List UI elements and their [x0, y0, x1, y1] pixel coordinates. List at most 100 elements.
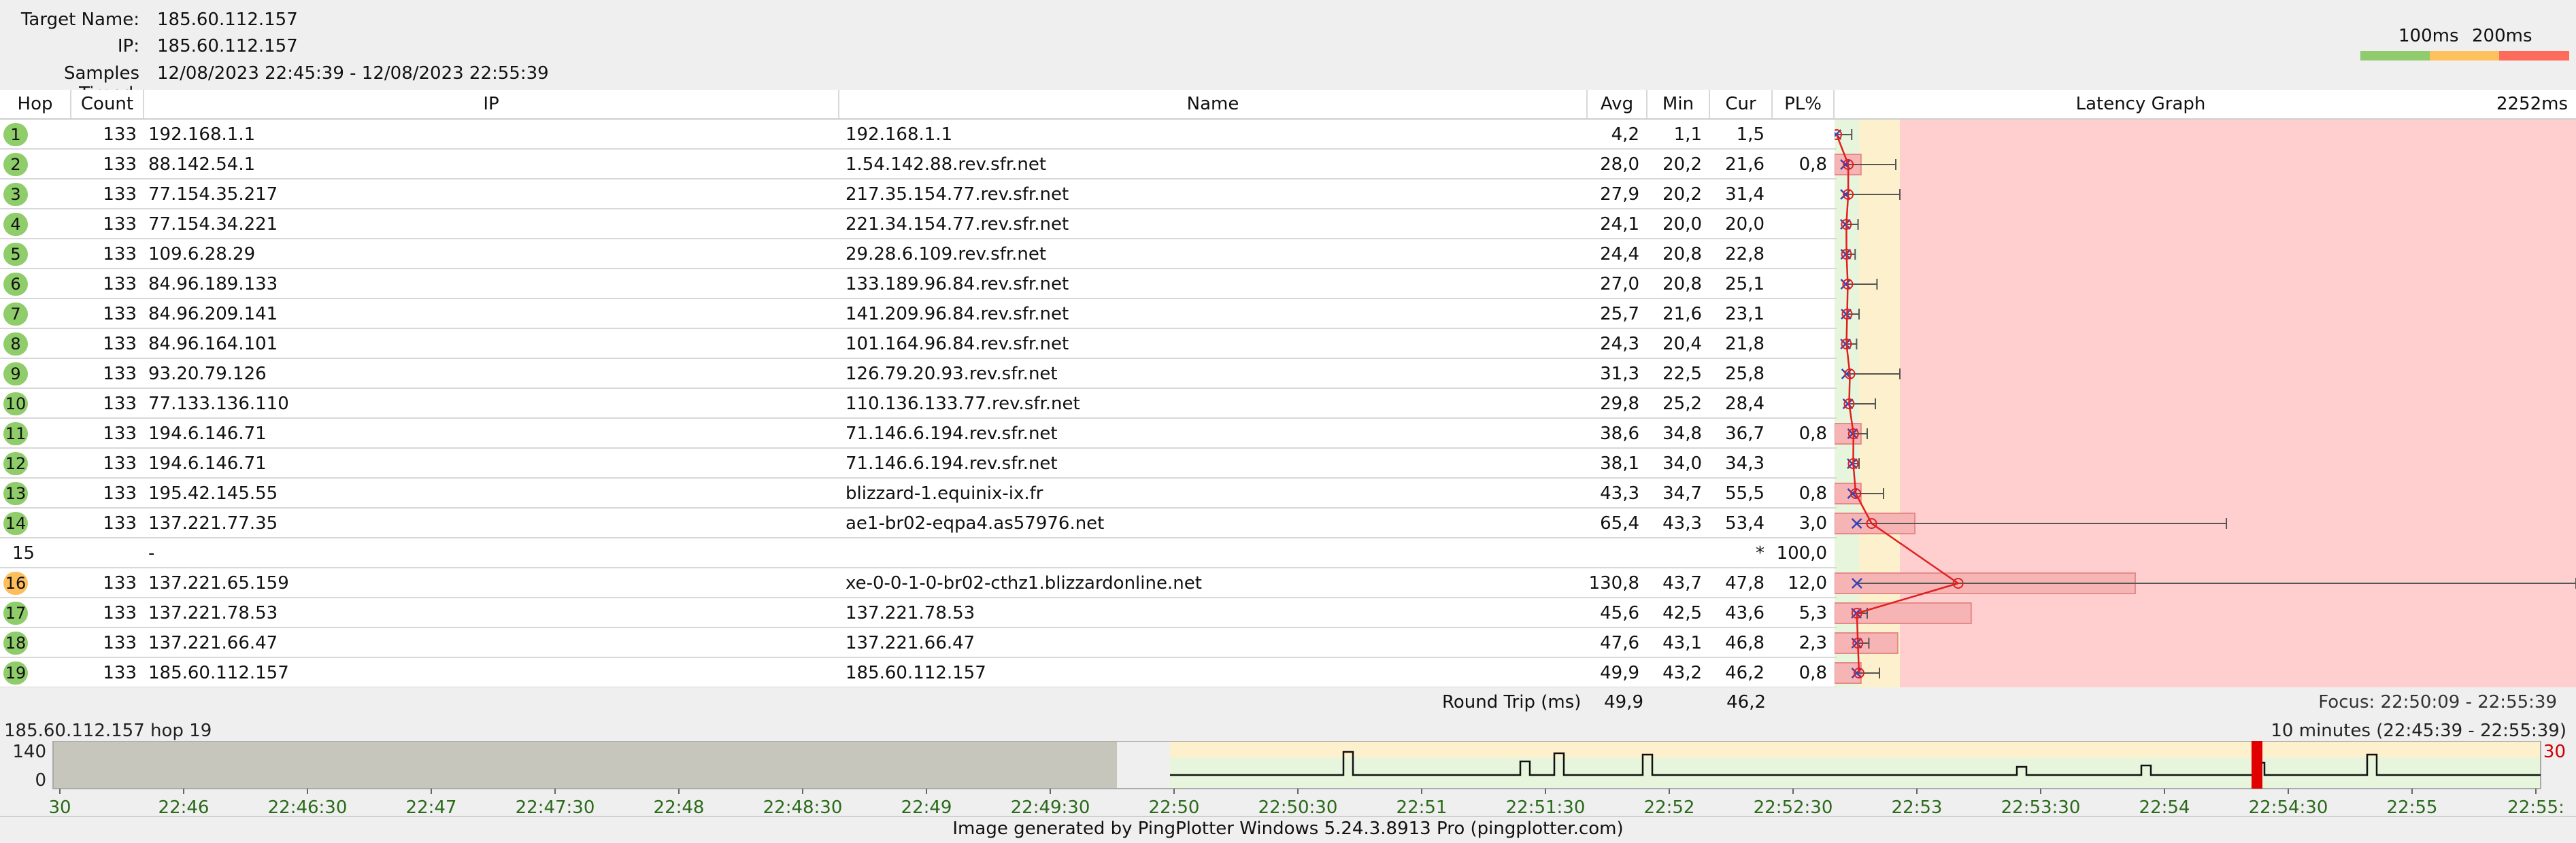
hop-min: 34,7: [1662, 483, 1702, 504]
hop-cur: 20,0: [1725, 214, 1764, 235]
column-header-name[interactable]: Name: [839, 90, 1588, 118]
samples-value: 12/08/2023 22:45:39 - 12/08/2023 22:55:3…: [157, 63, 549, 84]
timeline-y-max: 140: [12, 742, 46, 762]
hop-avg: 24,4: [1600, 244, 1639, 264]
hop-min: 21,6: [1662, 304, 1702, 324]
hop-pl: [1773, 359, 1827, 389]
hop-ip: 194.6.146.71: [148, 453, 267, 474]
hop-ip: 137.221.78.53: [148, 603, 278, 623]
column-header-hop[interactable]: Hop: [0, 90, 71, 118]
hop-count: 133: [103, 424, 137, 444]
hop-ip: 93.20.79.126: [148, 364, 267, 384]
column-header-pl[interactable]: PL%: [1773, 90, 1835, 118]
hop-avg: 27,0: [1600, 274, 1639, 294]
hop-badge: 12: [3, 452, 28, 475]
hop-ip: 109.6.28.29: [148, 244, 256, 264]
timeline-loss-marker: [2252, 741, 2262, 789]
hop-cur: 53,4: [1725, 513, 1764, 534]
hop-badge: 5: [3, 243, 28, 266]
hop-name: 126.79.20.93.rev.sfr.net: [846, 364, 1058, 384]
hop-ip: 192.168.1.1: [148, 124, 256, 145]
timeline-tick-label: 22:48: [654, 797, 705, 817]
timeline-tick-label: 22:46:30: [268, 797, 348, 817]
hop-avg: 49,9: [1600, 663, 1639, 683]
column-header-ip[interactable]: IP: [144, 90, 839, 118]
hop-avg: 47,6: [1600, 633, 1639, 653]
timeline-tick-label: 22:55:: [2507, 797, 2564, 817]
column-header-cur[interactable]: Cur: [1710, 90, 1773, 118]
timeline-tick-label: 22:47:30: [516, 797, 595, 817]
hop-pl: [1773, 449, 1827, 479]
footer-divider: [0, 816, 2576, 817]
hop-badge: 3: [3, 183, 28, 206]
hop-ip: -: [148, 543, 155, 564]
hop-pl: 0,8: [1799, 663, 1827, 683]
hop-count: 133: [103, 453, 137, 474]
hop-badge: 11: [3, 422, 28, 445]
hop-pl: 12,0: [1788, 573, 1827, 593]
hop-cur: 55,5: [1725, 483, 1764, 504]
hop-cur: 28,4: [1725, 394, 1764, 414]
hop-count: 133: [103, 274, 137, 294]
hop-avg: 29,8: [1600, 394, 1639, 414]
hop-badge: 17: [3, 602, 28, 625]
hop-min: 43,7: [1662, 573, 1702, 593]
hop-count: 133: [103, 184, 137, 205]
timeline-tick-label: 22:50:30: [1258, 797, 1338, 817]
hop-name: ae1-br02-eqpa4.as57976.net: [846, 513, 1105, 534]
timeline-tick-label: 22:53: [1892, 797, 1943, 817]
timeline-tick-label: 22:52:30: [1754, 797, 1833, 817]
hop-count: 133: [103, 334, 137, 354]
hop-pl: [1773, 209, 1827, 239]
hop-name: 185.60.112.157: [846, 663, 986, 683]
hop-pl: 0,8: [1799, 154, 1827, 175]
hop-ip: 137.221.66.47: [148, 633, 278, 653]
hop-ip: 88.142.54.1: [148, 154, 256, 175]
hop-ip: 77.154.34.221: [148, 214, 278, 235]
hop-avg: 28,0: [1600, 154, 1639, 175]
hop-name: 71.146.6.194.rev.sfr.net: [846, 453, 1058, 474]
hop-name: 29.28.6.109.rev.sfr.net: [846, 244, 1047, 264]
hop-badge: 18: [3, 632, 28, 655]
column-header-avg[interactable]: Avg: [1588, 90, 1647, 118]
hop-count: 133: [103, 304, 137, 324]
hop-avg: 130,8: [1588, 573, 1639, 593]
hop-min: 25,2: [1662, 394, 1702, 414]
hop-avg: [1588, 538, 1639, 568]
column-header-latency-graph[interactable]: Latency Graph: [1835, 90, 2447, 118]
target-name-value: 185.60.112.157: [157, 10, 298, 30]
hop-pl: [1773, 389, 1827, 419]
legend-bad-segment: [2499, 51, 2569, 61]
ip-label: IP:: [117, 36, 139, 56]
timeline-tick-label: 22:54:30: [2249, 797, 2328, 817]
hop-badge: 13: [3, 482, 28, 505]
legend-200ms: 200ms: [2472, 26, 2532, 46]
target-name-label: Target Name:: [20, 10, 139, 30]
latency-graph: [1835, 129, 2576, 684]
hop-cur: 46,2: [1725, 663, 1764, 683]
timeline-tick-label: 22:51: [1396, 797, 1448, 817]
hop-pl: 5,3: [1799, 603, 1827, 623]
hop-badge: 16: [3, 572, 28, 595]
column-header-min[interactable]: Min: [1647, 90, 1710, 118]
hop-ip: 185.60.112.157: [148, 663, 289, 683]
hop-avg: 24,1: [1600, 214, 1639, 235]
timeline-tick-label: 22:51:30: [1506, 797, 1586, 817]
hop-name: 110.136.133.77.rev.sfr.net: [846, 394, 1080, 414]
hop-count: 133: [103, 154, 137, 175]
hop-cur: 1,5: [1736, 124, 1764, 145]
hop-pl: [1773, 299, 1827, 329]
column-header-count[interactable]: Count: [71, 90, 144, 118]
timeline-loss-value: 30: [2543, 742, 2566, 762]
hop-min: 1,1: [1673, 124, 1702, 145]
hop-ip: 84.96.189.133: [148, 274, 278, 294]
round-trip-label: Round Trip (ms): [1442, 692, 1582, 712]
hop-avg: 27,9: [1600, 184, 1639, 205]
hop-ip: 194.6.146.71: [148, 424, 267, 444]
hop-cur: 34,3: [1725, 453, 1764, 474]
timeline-warn-band: [1170, 741, 2541, 758]
hop-count: 133: [103, 124, 137, 145]
hop-name: 1.54.142.88.rev.sfr.net: [846, 154, 1047, 175]
timeline-graph[interactable]: 14003030 22:46 22:46:30 22:47 22:47:30 22:48 2…: [0, 741, 2576, 817]
hop-cur: 47,8: [1725, 573, 1764, 593]
